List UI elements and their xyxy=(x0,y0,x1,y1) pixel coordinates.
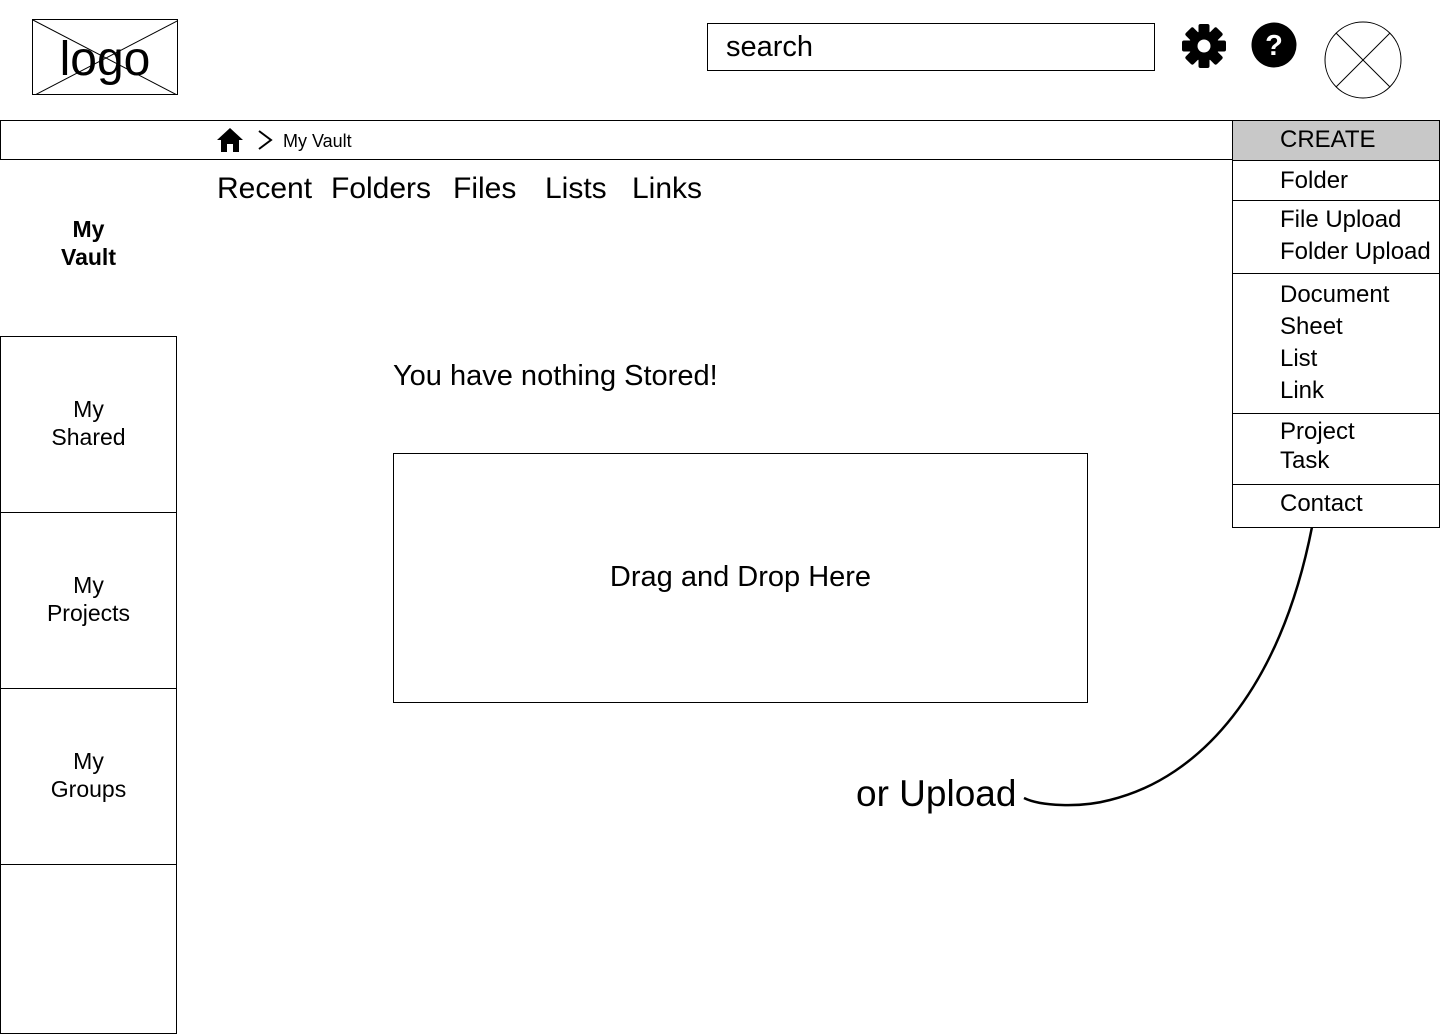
menu-item-task[interactable]: Task xyxy=(1280,446,1439,475)
upload-hint: or Upload xyxy=(856,773,1017,814)
breadcrumb xyxy=(0,120,1234,160)
create-menu: CREATE Folder File Upload Folder Upload … xyxy=(1232,120,1440,528)
sidebar-item-my-groups[interactable]: My Groups xyxy=(0,688,177,865)
create-menu-section: File Upload Folder Upload xyxy=(1233,200,1439,274)
sidebar-item-label: My Groups xyxy=(50,747,127,802)
drop-zone-label: Drag and Drop Here xyxy=(609,560,872,593)
menu-item-document[interactable]: Document xyxy=(1280,279,1439,311)
menu-item-link[interactable]: Link xyxy=(1280,375,1439,407)
menu-item-project[interactable]: Project xyxy=(1280,417,1439,446)
breadcrumb-current[interactable]: My Vault xyxy=(283,129,352,153)
gear-icon[interactable] xyxy=(1180,22,1228,70)
create-menu-section: Document Sheet List Link xyxy=(1233,273,1439,414)
menu-item-list[interactable]: List xyxy=(1280,343,1439,375)
sidebar-item-label: My Vault xyxy=(61,215,116,270)
menu-item-file-upload[interactable]: File Upload xyxy=(1280,204,1439,236)
chevron-right-icon xyxy=(258,130,273,150)
sidebar-item-my-projects[interactable]: My Projects xyxy=(0,512,177,689)
avatar[interactable] xyxy=(1324,21,1402,99)
tab-links[interactable]: Links xyxy=(632,170,702,208)
search-input[interactable] xyxy=(707,23,1155,71)
menu-item-contact[interactable]: Contact xyxy=(1280,488,1439,520)
svg-text:?: ? xyxy=(1265,30,1283,62)
menu-item-folder[interactable]: Folder xyxy=(1280,165,1439,197)
sidebar-item-my-vault[interactable]: My Vault xyxy=(0,160,177,337)
tab-folders[interactable]: Folders xyxy=(331,170,431,208)
tab-recent[interactable]: Recent xyxy=(217,170,312,208)
tab-lists[interactable]: Lists xyxy=(545,170,607,208)
empty-state-message: You have nothing Stored! xyxy=(393,360,718,392)
create-menu-section: Folder xyxy=(1233,161,1439,201)
create-menu-section: Contact xyxy=(1233,484,1439,528)
logo: logo xyxy=(32,19,178,95)
sidebar-item-my-shared[interactable]: My Shared xyxy=(0,336,177,513)
menu-item-folder-upload[interactable]: Folder Upload xyxy=(1280,236,1439,268)
menu-item-sheet[interactable]: Sheet xyxy=(1280,311,1439,343)
sidebar-item-label: My Projects xyxy=(46,571,131,626)
tab-files[interactable]: Files xyxy=(453,170,516,208)
create-menu-section: Project Task xyxy=(1233,413,1439,485)
sidebar-empty-slot xyxy=(0,864,177,1034)
help-icon[interactable]: ? xyxy=(1251,22,1297,68)
home-icon[interactable] xyxy=(216,127,244,153)
drop-zone[interactable]: Drag and Drop Here xyxy=(393,453,1088,703)
logo-text: logo xyxy=(59,33,151,86)
sidebar-item-label: My Shared xyxy=(51,395,126,450)
create-menu-header[interactable]: CREATE xyxy=(1233,121,1439,161)
